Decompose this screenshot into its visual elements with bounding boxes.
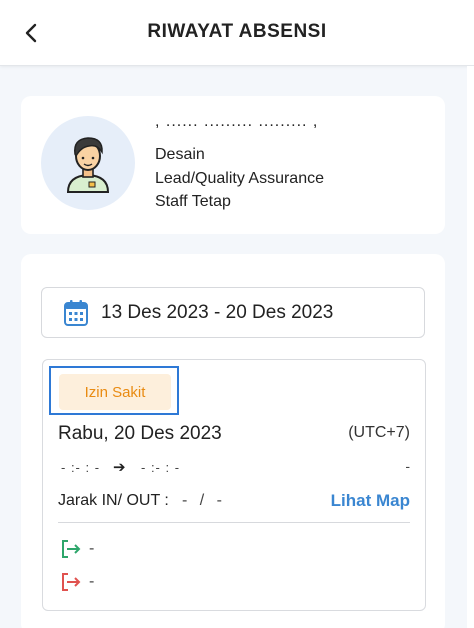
divider bbox=[58, 522, 410, 523]
employee-name: , ...... ......... ......... , bbox=[155, 120, 319, 130]
date-range-picker[interactable]: 13 Des 2023 - 20 Des 2023 bbox=[41, 287, 425, 338]
person-avatar-icon bbox=[66, 137, 110, 193]
page-title: RIWAYAT ABSENSI bbox=[147, 21, 327, 42]
duration-value: - bbox=[405, 458, 410, 474]
distance-label: Jarak IN/ OUT : bbox=[58, 492, 169, 509]
check-out-icon bbox=[62, 573, 81, 591]
view-map-link[interactable]: Lihat Map bbox=[331, 491, 410, 511]
avatar bbox=[41, 116, 135, 210]
profile-card: , ...... ......... ......... , Desain Le… bbox=[21, 96, 445, 234]
employment-status: Staff Tetap bbox=[155, 193, 231, 210]
employee-department: Desain bbox=[155, 146, 205, 163]
attendance-panel: 13 Des 2023 - 20 Des 2023 Izin Sakit Rab… bbox=[21, 254, 445, 628]
employee-position: Lead/Quality Assurance bbox=[155, 170, 324, 187]
attendance-record-card[interactable]: Izin Sakit Rabu, 20 Des 2023 (UTC+7) - :… bbox=[42, 359, 426, 611]
time-in-value: - :- : - bbox=[61, 460, 101, 475]
check-out-value: - bbox=[89, 573, 95, 590]
arrow-right-icon: ➔ bbox=[113, 459, 126, 476]
date-range-value: 13 Des 2023 - 20 Des 2023 bbox=[101, 302, 334, 323]
check-in-icon bbox=[62, 540, 81, 558]
check-in-value: - bbox=[89, 540, 95, 557]
distance-value: - / - bbox=[182, 492, 226, 509]
calendar-icon bbox=[64, 300, 88, 326]
scroll-edge bbox=[467, 66, 474, 628]
timezone-label: (UTC+7) bbox=[348, 424, 410, 441]
time-out-value: - :- : - bbox=[141, 460, 181, 475]
app-header: RIWAYAT ABSENSI bbox=[0, 0, 474, 66]
attendance-date: Rabu, 20 Des 2023 bbox=[58, 423, 222, 444]
status-highlight-box bbox=[49, 366, 179, 415]
